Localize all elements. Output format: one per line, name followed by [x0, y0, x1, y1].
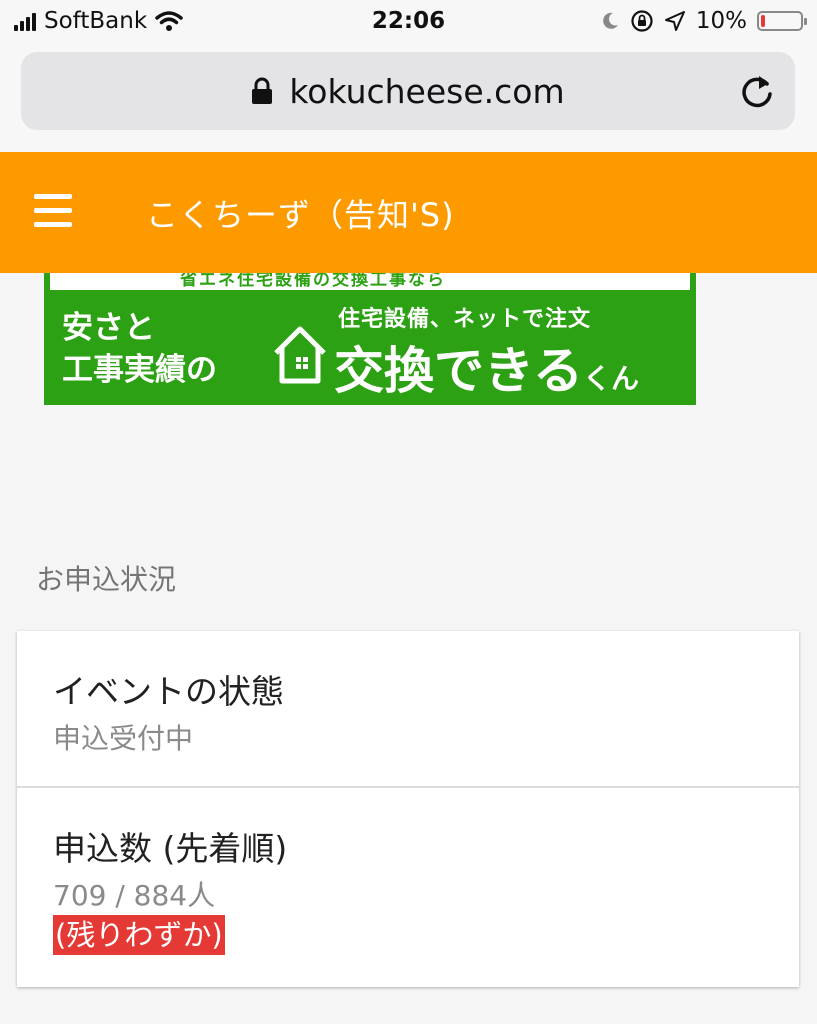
url-text[interactable]: kokucheese.com	[289, 72, 564, 111]
remaining-badge: (残りわずか)	[53, 915, 225, 955]
lock-icon	[252, 77, 273, 104]
hamburger-menu-icon[interactable]	[34, 194, 72, 228]
applications-row: 申込数 (先着順) 709 / 884人 (残りわずか)	[17, 788, 799, 987]
ad-top-strip: 省エネ住宅設備の交換工事なら	[50, 273, 690, 290]
site-header: こくちーず（告知'S)	[0, 152, 817, 273]
ad-brand: 交換できるくん	[334, 342, 640, 400]
event-status-title: イベントの状態	[53, 672, 284, 711]
event-status-row: イベントの状態 申込受付中	[17, 631, 799, 788]
site-title[interactable]: こくちーず（告知'S)	[146, 190, 455, 236]
location-arrow-icon	[664, 11, 685, 31]
house-icon	[274, 326, 326, 384]
section-title: お申込状況	[36, 563, 177, 596]
moon-icon	[603, 12, 618, 29]
event-status-value: 申込受付中	[53, 722, 194, 755]
ad-left-text: 安さと 工事実績の	[62, 310, 217, 388]
battery-percent: 10%	[695, 8, 747, 34]
browser-toolbar: kokucheese.com	[0, 46, 817, 152]
applications-title: 申込数 (先着順)	[53, 829, 288, 868]
status-card: イベントの状態 申込受付中 申込数 (先着順) 709 / 884人 (残りわず…	[17, 631, 799, 987]
rotation-lock-icon	[631, 10, 653, 32]
battery-icon	[757, 11, 807, 31]
applications-count: 709 / 884人	[53, 879, 216, 912]
ad-tagline: 住宅設備、ネットで注文	[338, 307, 592, 332]
address-bar[interactable]: kokucheese.com	[21, 52, 795, 130]
ad-banner[interactable]: 省エネ住宅設備の交換工事なら 安さと 工事実績の 住宅設備、ネットで注文 交換で…	[44, 273, 696, 405]
reload-icon[interactable]	[737, 72, 777, 112]
battery-level	[761, 15, 765, 27]
status-bar: SoftBank 22:06 10%	[0, 0, 817, 46]
